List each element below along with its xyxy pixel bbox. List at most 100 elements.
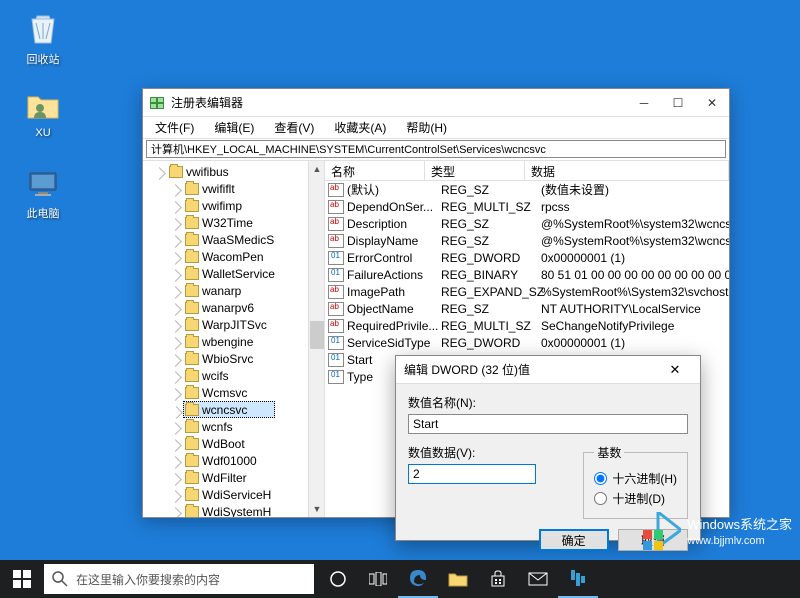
tree-item[interactable]: wbengine [183, 333, 275, 350]
desktop-icon-recycle-bin[interactable]: 回收站 [18, 12, 68, 67]
tree-scrollbar[interactable]: ▲ ▼ [308, 161, 324, 517]
value-name: FailureActions [347, 268, 441, 282]
registry-value-row[interactable]: DependOnSer...REG_MULTI_SZrpcss [325, 198, 729, 215]
store-icon[interactable] [478, 560, 518, 598]
column-type[interactable]: 类型 [425, 161, 525, 180]
value-data: 80 51 01 00 00 00 00 00 00 00 00 00 03 0… [541, 268, 729, 282]
close-button[interactable]: ✕ [695, 89, 729, 117]
tree-label: WalletService [202, 267, 275, 281]
registry-value-row[interactable]: RequiredPrivile...REG_MULTI_SZSeChangeNo… [325, 317, 729, 334]
registry-value-row[interactable]: ErrorControlREG_DWORD0x00000001 (1) [325, 249, 729, 266]
tree-item[interactable]: WarpJITSvc [183, 316, 275, 333]
tree-label: wanarp [202, 284, 241, 298]
desktop-icon-this-pc[interactable]: 此电脑 [18, 166, 68, 221]
value-name-input[interactable] [408, 414, 688, 434]
file-explorer-icon[interactable] [438, 560, 478, 598]
tree-item[interactable]: WbioSrvc [183, 350, 275, 367]
menu-view[interactable]: 查看(V) [266, 117, 322, 138]
ok-button[interactable]: 确定 [539, 529, 609, 551]
registry-value-row[interactable]: DisplayNameREG_SZ@%SystemRoot%\system32\… [325, 232, 729, 249]
start-button[interactable] [0, 560, 44, 598]
base-legend: 基数 [594, 444, 624, 461]
tree-item[interactable]: vwifibus [167, 163, 275, 180]
registry-value-row[interactable]: FailureActionsREG_BINARY80 51 01 00 00 0… [325, 266, 729, 283]
registry-value-row[interactable]: ImagePathREG_EXPAND_SZ%SystemRoot%\Syste… [325, 283, 729, 300]
minimize-button[interactable]: ─ [627, 89, 661, 117]
value-data-input[interactable] [408, 464, 536, 484]
tree-item[interactable]: WdFilter [183, 469, 275, 486]
desktop-icon-user-folder[interactable]: XU [18, 88, 68, 139]
value-data: 0x00000001 (1) [541, 251, 729, 265]
value-name: DependOnSer... [347, 200, 441, 214]
registry-value-row[interactable]: ObjectNameREG_SZNT AUTHORITY\LocalServic… [325, 300, 729, 317]
folder-icon [185, 438, 199, 450]
registry-value-row[interactable]: (默认)REG_SZ(数值未设置) [325, 181, 729, 198]
folder-icon [185, 506, 199, 518]
value-type: REG_SZ [441, 217, 541, 231]
tree-item[interactable]: WaaSMedicS [183, 231, 275, 248]
app-icon[interactable] [558, 560, 598, 598]
cortana-icon[interactable] [318, 560, 358, 598]
tree-item[interactable]: vwififlt [183, 180, 275, 197]
folder-icon [185, 285, 199, 297]
tree-item[interactable]: WdiSystemH [183, 503, 275, 517]
tree-item[interactable]: wcnfs [183, 418, 275, 435]
value-name: (默认) [347, 181, 441, 198]
value-name: ObjectName [347, 302, 441, 316]
value-str-icon [328, 183, 344, 197]
column-data[interactable]: 数据 [525, 161, 729, 180]
menu-bar: 文件(F) 编辑(E) 查看(V) 收藏夹(A) 帮助(H) [143, 117, 729, 139]
menu-file[interactable]: 文件(F) [147, 117, 202, 138]
taskbar: 在这里输入你要搜索的内容 [0, 560, 800, 598]
mail-icon[interactable] [518, 560, 558, 598]
tree-item[interactable]: vwifimp [183, 197, 275, 214]
radio-hex[interactable] [594, 472, 607, 485]
scroll-up-icon[interactable]: ▲ [309, 161, 325, 177]
registry-value-row[interactable]: ServiceSidTypeREG_DWORD0x00000001 (1) [325, 334, 729, 351]
title-bar[interactable]: 注册表编辑器 ─ ☐ ✕ [143, 89, 729, 117]
dialog-close-button[interactable]: ✕ [658, 356, 692, 384]
edge-icon[interactable] [398, 560, 438, 598]
scroll-thumb[interactable] [310, 321, 324, 349]
tree-item[interactable]: WdiServiceH [183, 486, 275, 503]
menu-edit[interactable]: 编辑(E) [206, 117, 262, 138]
folder-icon [185, 489, 199, 501]
tree-item[interactable]: W32Time [183, 214, 275, 231]
folder-icon [185, 319, 199, 331]
folder-icon [185, 217, 199, 229]
dialog-title-bar[interactable]: 编辑 DWORD (32 位)值 ✕ [396, 356, 700, 384]
tree-item[interactable]: wcifs [183, 367, 275, 384]
menu-help[interactable]: 帮助(H) [398, 117, 455, 138]
tree-item[interactable]: wanarpv6 [183, 299, 275, 316]
tree-item[interactable]: WacomPen [183, 248, 275, 265]
folder-icon [185, 183, 199, 195]
tree-label: W32Time [202, 216, 253, 230]
address-input[interactable] [146, 140, 726, 158]
watermark-url: www.bjjmlv.com [687, 534, 792, 548]
search-placeholder: 在这里输入你要搜索的内容 [76, 571, 220, 588]
tree-item[interactable]: Wdf01000 [183, 452, 275, 469]
task-view-icon[interactable] [358, 560, 398, 598]
value-name: Description [347, 217, 441, 231]
menu-favorites[interactable]: 收藏夹(A) [326, 117, 394, 138]
address-bar [143, 139, 729, 161]
tree-label: WaaSMedicS [202, 233, 274, 247]
value-name: ErrorControl [347, 251, 441, 265]
tree-item[interactable]: Wcmsvc [183, 384, 275, 401]
tree-label: WdiServiceH [202, 488, 271, 502]
radio-dec[interactable] [594, 492, 607, 505]
tree-item[interactable]: wcncsvc [183, 401, 275, 418]
scroll-down-icon[interactable]: ▼ [309, 501, 325, 517]
folder-icon [185, 387, 199, 399]
value-name-label: 数值名称(N): [408, 394, 688, 411]
tree-item[interactable]: WalletService [183, 265, 275, 282]
tree-item[interactable]: WdBoot [183, 435, 275, 452]
desktop-icon-label: 回收站 [18, 51, 68, 67]
folder-icon [185, 234, 199, 246]
registry-value-row[interactable]: DescriptionREG_SZ@%SystemRoot%\system32\… [325, 215, 729, 232]
column-name[interactable]: 名称 [325, 161, 425, 180]
tree-item[interactable]: wanarp [183, 282, 275, 299]
recycle-bin-icon [25, 12, 61, 48]
maximize-button[interactable]: ☐ [661, 89, 695, 117]
taskbar-search[interactable]: 在这里输入你要搜索的内容 [44, 564, 314, 594]
